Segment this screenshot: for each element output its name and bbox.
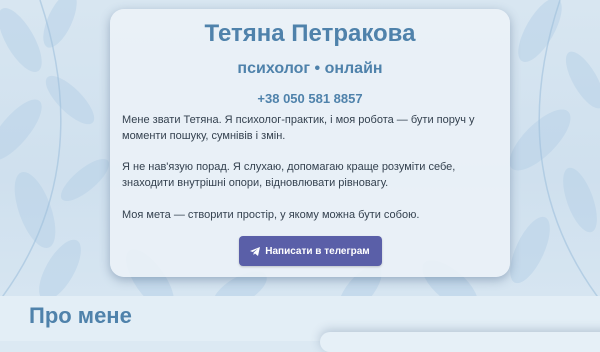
about-heading: Про мене — [29, 303, 132, 328]
profile-card: Тетяна Петракова психолог • онлайн +38 0… — [110, 9, 510, 277]
phone-number[interactable]: +38 050 581 8857 — [120, 90, 500, 108]
hero-section: Тетяна Петракова психолог • онлайн +38 0… — [0, 0, 600, 296]
profile-name: Тетяна Петракова — [204, 20, 416, 47]
intro-paragraph-2: Я не нав'язую порад. Я слухаю, допомагаю… — [122, 161, 456, 189]
about-card-edge — [320, 332, 600, 352]
about-section: Про мене — [0, 296, 600, 352]
telegram-button-label: Написати в телеграм — [265, 245, 370, 257]
intro-paragraph-1: Мене звати Тетяна. Я психолог-практик, і… — [122, 114, 475, 142]
intro-paragraph-3: Моя мета — створити простір, у якому мож… — [122, 209, 420, 221]
telegram-icon — [250, 246, 261, 256]
profile-subtitle: психолог • онлайн — [237, 60, 383, 77]
telegram-button[interactable]: Написати в телеграм — [238, 236, 382, 266]
